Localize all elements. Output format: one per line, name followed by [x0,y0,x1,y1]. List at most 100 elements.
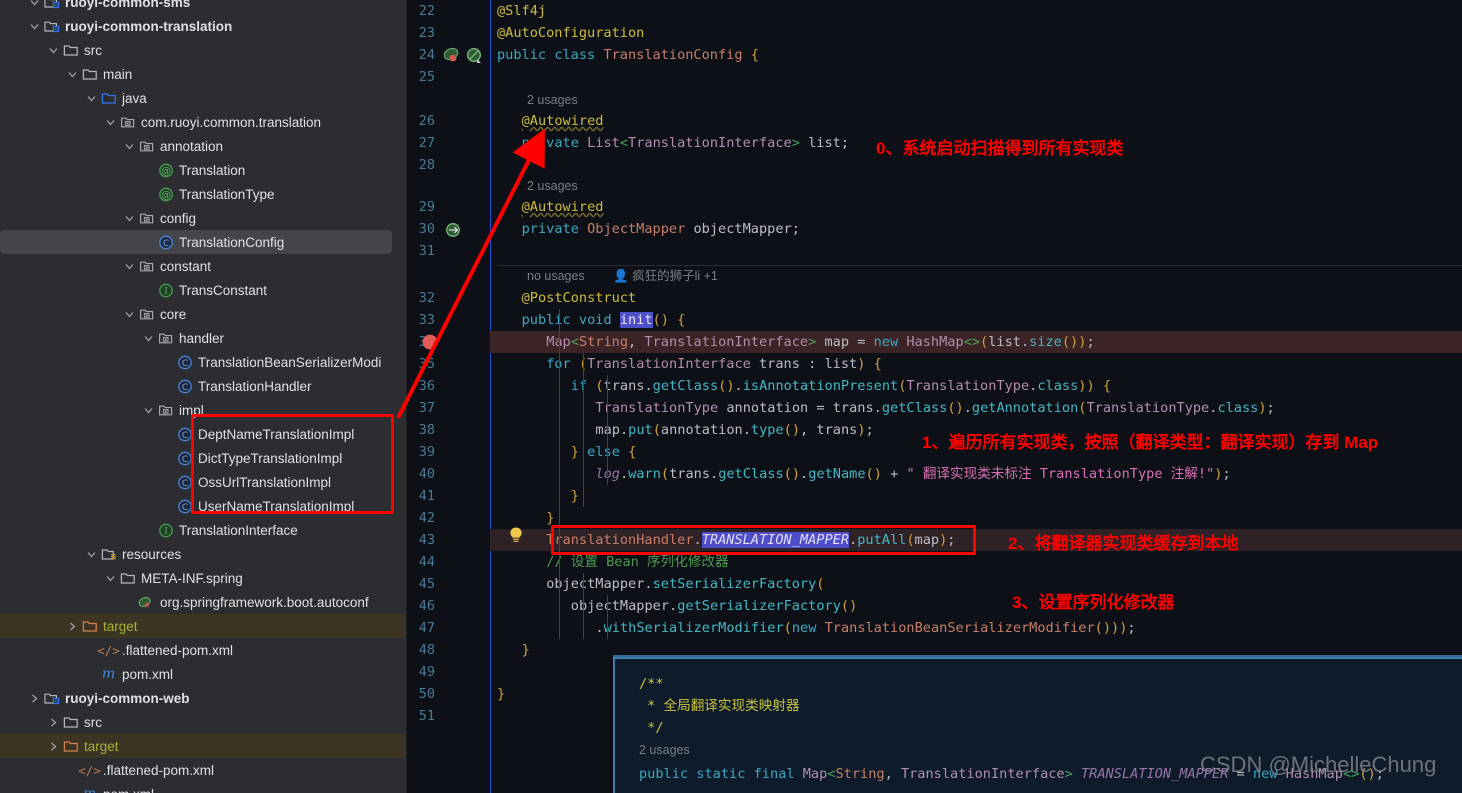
code-line-45[interactable]: objectMapper.setSerializerFactory( [546,573,824,595]
chevron-down-icon[interactable] [122,139,136,153]
spring-bean-icon[interactable] [443,47,465,69]
line-number[interactable]: 36 [407,375,435,397]
code-line-24[interactable]: public class TranslationConfig { [497,44,759,66]
code-line-29[interactable]: @Autowired [522,196,604,218]
code-line-41[interactable]: } [571,485,579,507]
code-line-39[interactable]: } else { [571,441,637,463]
chevron-down-icon[interactable] [122,259,136,273]
chevron-right-icon[interactable] [65,619,79,633]
tree-item-config[interactable]: config [0,206,406,230]
inlay-author-hint[interactable]: 👤 疯狂的狮子li +1 [613,266,718,286]
tree-item-pom-xml[interactable]: m pom.xml [0,662,406,686]
tree-item-src[interactable]: src [0,38,406,62]
code-line-32[interactable]: @PostConstruct [522,287,637,309]
chevron-down-icon[interactable] [46,43,60,57]
inlay-usages-29[interactable]: 2 usages [527,176,578,196]
chevron-down-icon[interactable] [141,331,155,345]
line-number[interactable]: 32 [407,287,435,309]
tree-item-translationinterface[interactable]: I TranslationInterface [0,518,406,542]
chevron-right-icon[interactable] [27,691,41,705]
tree-item-ruoyi-common-web[interactable]: ruoyi-common-web [0,686,406,710]
tree-item-translation[interactable]: @ Translation [0,158,406,182]
line-number[interactable]: 38 [407,419,435,441]
project-tree-panel[interactable]: ruoyi-common-sms ruoyi-common-translation… [0,0,407,793]
tree-item-handler[interactable]: handler [0,326,406,350]
code-line-50[interactable]: } [497,683,505,705]
code-line-48[interactable]: } [522,639,530,661]
chevron-down-icon[interactable] [27,19,41,33]
inlay-usages-26[interactable]: 2 usages [527,90,578,110]
chevron-down-icon[interactable] [27,0,41,9]
line-number[interactable]: 23 [407,22,435,44]
code-line-37[interactable]: TranslationType annotation = trans.getCl… [595,397,1274,419]
line-number[interactable]: 44 [407,551,435,573]
chevron-down-icon[interactable] [122,307,136,321]
line-number[interactable]: 46 [407,595,435,617]
line-number[interactable]: 25 [407,66,435,88]
code-line-40[interactable]: log.warn(trans.getClass().getName() + " … [595,463,1230,485]
tree-item-translationhandler[interactable]: C TranslationHandler [0,374,406,398]
code-line-26[interactable]: @Autowired [522,110,604,132]
code-line-23[interactable]: @AutoConfiguration [497,22,644,44]
tree-item-java[interactable]: java [0,86,406,110]
tree-item-resources[interactable]: resources [0,542,406,566]
line-number[interactable]: 49 [407,661,435,683]
tree-item-translationbeanserializermodi[interactable]: C TranslationBeanSerializerModi [0,350,406,374]
line-number[interactable]: 48 [407,639,435,661]
code-line-33[interactable]: public void init() { [522,309,685,331]
chevron-down-icon[interactable] [84,547,98,561]
line-number[interactable]: 22 [407,0,435,22]
line-number[interactable]: 26 [407,110,435,132]
sidebar-scrollbar-track[interactable] [392,0,402,793]
chevron-down-icon[interactable] [84,91,98,105]
line-number[interactable]: 27 [407,132,435,154]
line-number[interactable]: 51 [407,705,435,727]
line-number[interactable]: 35 [407,353,435,375]
line-number[interactable]: 43 [407,529,435,551]
tree-item-flattened-pom-xml[interactable]: </> .flattened-pom.xml [0,638,406,662]
chevron-down-icon[interactable] [122,211,136,225]
line-number[interactable]: 41 [407,485,435,507]
tree-item-com-ruoyi-common-translation[interactable]: com.ruoyi.common.translation [0,110,406,134]
code-line-30[interactable]: private ObjectMapper objectMapper; [522,218,800,240]
chevron-down-icon[interactable] [141,403,155,417]
line-number[interactable]: 50 [407,683,435,705]
tree-item-ruoyi-common-translation[interactable]: ruoyi-common-translation [0,14,406,38]
spring-bean-disabled-icon[interactable] [465,47,487,69]
inlay-no-usages-32[interactable]: no usages [527,266,585,286]
code-line-36[interactable]: if (trans.getClass().isAnnotationPresent… [571,375,1111,397]
code-line-35[interactable]: for (TranslationInterface trans : list) … [546,353,882,375]
line-number[interactable]: 24 [407,44,435,66]
breakpoint-icon[interactable] [420,332,440,356]
line-number[interactable]: 40 [407,463,435,485]
code-line-47[interactable]: .withSerializerModifier(new TranslationB… [595,617,1135,639]
tree-item-target[interactable]: target [0,614,406,638]
code-editor[interactable]: 2223242526272829303132333435363738394041… [407,0,1462,793]
tree-item-translationconfig[interactable]: C TranslationConfig [0,230,392,254]
code-line-34[interactable]: Map<String, TranslationInterface> map = … [546,331,1094,353]
chevron-right-icon[interactable] [46,739,60,753]
code-line-27[interactable]: private List<TranslationInterface> list; [522,132,849,154]
tree-item-src[interactable]: src [0,710,406,734]
line-number[interactable]: 39 [407,441,435,463]
tree-item-translationtype[interactable]: @ TranslationType [0,182,406,206]
tree-item-target[interactable]: target [0,734,406,758]
tree-item-org-springframework-boot-autoconf[interactable]: org.springframework.boot.autoconf [0,590,406,614]
tree-item-meta-inf-spring[interactable]: META-INF.spring [0,566,406,590]
intention-bulb-icon[interactable] [508,526,524,548]
tree-item-main[interactable]: main [0,62,406,86]
line-number[interactable]: 33 [407,309,435,331]
chevron-down-icon[interactable] [103,115,117,129]
tree-item-pom-xml[interactable]: m pom.xml [0,782,406,793]
line-number[interactable]: 30 [407,218,435,240]
chevron-down-icon[interactable] [65,67,79,81]
tree-item-constant[interactable]: constant [0,254,406,278]
tree-item-core[interactable]: core [0,302,406,326]
code-line-46[interactable]: objectMapper.getSerializerFactory() [571,595,857,617]
tree-item-annotation[interactable]: annotation [0,134,406,158]
tree-item-transconstant[interactable]: I TransConstant [0,278,406,302]
code-line-22[interactable]: @Slf4j [497,0,546,22]
editor-gutter[interactable]: 2223242526272829303132333435363738394041… [407,0,490,793]
line-number[interactable]: 31 [407,240,435,262]
line-number[interactable]: 47 [407,617,435,639]
